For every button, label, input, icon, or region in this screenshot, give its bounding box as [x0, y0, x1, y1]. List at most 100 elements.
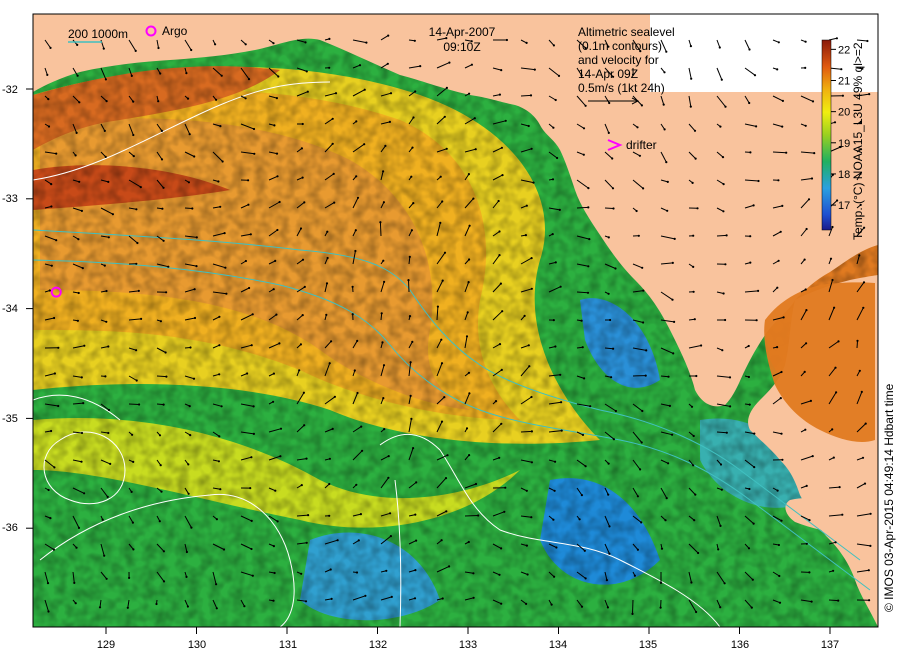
velocity-arrow-head: [137, 289, 140, 292]
velocity-arrow-head: [107, 236, 110, 239]
velocity-arrow-head: [331, 427, 334, 430]
velocity-arrow-head: [409, 394, 412, 397]
velocity-arrow-head: [729, 405, 732, 408]
y-tick-label: -35: [2, 413, 18, 425]
velocity-arrow-head: [611, 157, 614, 160]
velocity-arrow-head: [138, 403, 141, 406]
velocity-arrow-head: [386, 62, 389, 65]
velocity-arrow-head: [525, 204, 528, 207]
velocity-arrow-head: [863, 482, 867, 485]
velocity-arrow-head: [109, 462, 112, 465]
velocity-arrow-head: [667, 375, 670, 378]
velocity-arrow-head: [50, 183, 53, 186]
velocity-arrow-head: [867, 569, 870, 572]
velocity-arrow-head: [247, 203, 250, 206]
velocity-arrow-head: [326, 256, 329, 260]
velocity-arrow-head: [214, 43, 217, 46]
velocity-arrow-head: [385, 569, 388, 572]
velocity-arrow-head: [533, 68, 536, 71]
velocity-arrow-head: [382, 259, 385, 262]
velocity-arrow-head: [355, 120, 358, 123]
velocity-arrow-head: [441, 279, 444, 282]
velocity-arrow-head: [779, 397, 782, 400]
velocity-arrow-head: [80, 376, 83, 379]
velocity-arrow-head: [525, 41, 528, 45]
velocity-arrow-head: [530, 395, 533, 399]
velocity-arrow-head: [778, 574, 781, 578]
map-time: 09:10Z: [443, 40, 480, 54]
velocity-arrow-head: [503, 510, 506, 513]
velocity-arrow-head: [107, 408, 111, 412]
velocity-arrow-head: [612, 438, 616, 441]
velocity-arrow-head: [498, 456, 501, 459]
velocity-arrow-head: [858, 254, 861, 257]
velocity-arrow-head: [554, 460, 557, 463]
velocity-arrow-head: [275, 313, 278, 316]
velocity-arrow-head: [446, 454, 449, 457]
velocity-arrow-head: [219, 205, 222, 208]
velocity-arrow-head: [107, 345, 110, 348]
velocity-arrow-head: [611, 187, 615, 190]
velocity-arrow-head: [272, 599, 275, 602]
x-tick-label: 135: [639, 639, 657, 651]
velocity-arrow-head: [525, 489, 528, 492]
velocity-arrow-head: [472, 197, 475, 200]
argo-legend-label: Argo: [162, 24, 188, 38]
velocity-arrow-head: [272, 545, 275, 548]
velocity-arrow-head: [641, 266, 644, 269]
velocity-arrow-head: [128, 576, 131, 580]
velocity-arrow-head: [382, 201, 385, 204]
velocity-arrow: [464, 515, 479, 517]
velocity-arrow-head: [723, 582, 726, 585]
velocity-arrow-head: [498, 573, 501, 576]
velocity-arrow-head: [220, 405, 223, 408]
velocity-arrow-head: [329, 568, 332, 571]
velocity-arrow-head: [498, 343, 502, 346]
velocity-arrow-head: [105, 577, 108, 580]
velocity-arrow-head: [805, 542, 808, 545]
velocity-arrow-head: [696, 207, 699, 210]
velocity-arrow-head: [858, 369, 861, 372]
velocity-arrow-head: [778, 601, 782, 604]
velocity-arrow-head: [408, 315, 412, 318]
velocity-arrow-head: [390, 595, 393, 599]
velocity-arrow-head: [244, 259, 247, 263]
velocity-arrow-head: [809, 399, 813, 402]
velocity-arrow-head: [276, 175, 279, 178]
velocity-arrow-head: [185, 550, 188, 554]
velocity-arrow-head: [841, 94, 845, 97]
velocity-arrow-head: [614, 409, 618, 413]
velocity-arrow-head: [500, 69, 503, 72]
velocity-arrow-head: [552, 44, 556, 47]
velocity-arrow-head: [365, 41, 368, 44]
velocity-arrow-head: [276, 228, 279, 232]
velocity-arrow-head: [76, 43, 79, 47]
velocity-arrow-head: [721, 349, 724, 352]
velocity-arrow-head: [831, 278, 834, 282]
velocity-arrow: [660, 375, 669, 378]
velocity-arrow-head: [780, 370, 783, 374]
velocity-arrow-head: [355, 483, 358, 486]
velocity-arrow-head: [692, 434, 695, 438]
velocity-arrow-head: [578, 518, 581, 521]
velocity-arrow-head: [185, 575, 188, 579]
velocity-arrow-head: [414, 90, 417, 93]
velocity-arrow-head: [244, 97, 247, 100]
velocity-arrow-head: [833, 306, 836, 309]
velocity-arrow-head: [82, 402, 85, 405]
velocity-arrow-head: [440, 420, 444, 423]
velocity-arrow-head: [525, 602, 528, 606]
x-tick-label: 134: [549, 639, 567, 651]
velocity-arrow-head: [467, 371, 471, 374]
velocity-arrow-head: [692, 234, 695, 237]
velocity-arrow-head: [526, 573, 529, 576]
velocity-arrow-head: [76, 319, 79, 322]
velocity-arrow-head: [220, 74, 223, 77]
velocity-arrow-head: [805, 484, 808, 487]
velocity-arrow-head: [747, 344, 750, 348]
velocity-arrow-head: [856, 339, 859, 342]
velocity-arrow-head: [359, 513, 362, 516]
velocity-arrow-head: [530, 287, 533, 290]
velocity-arrow-head: [747, 547, 751, 550]
altimetry-line: 14-Apr 09Z: [578, 67, 638, 81]
